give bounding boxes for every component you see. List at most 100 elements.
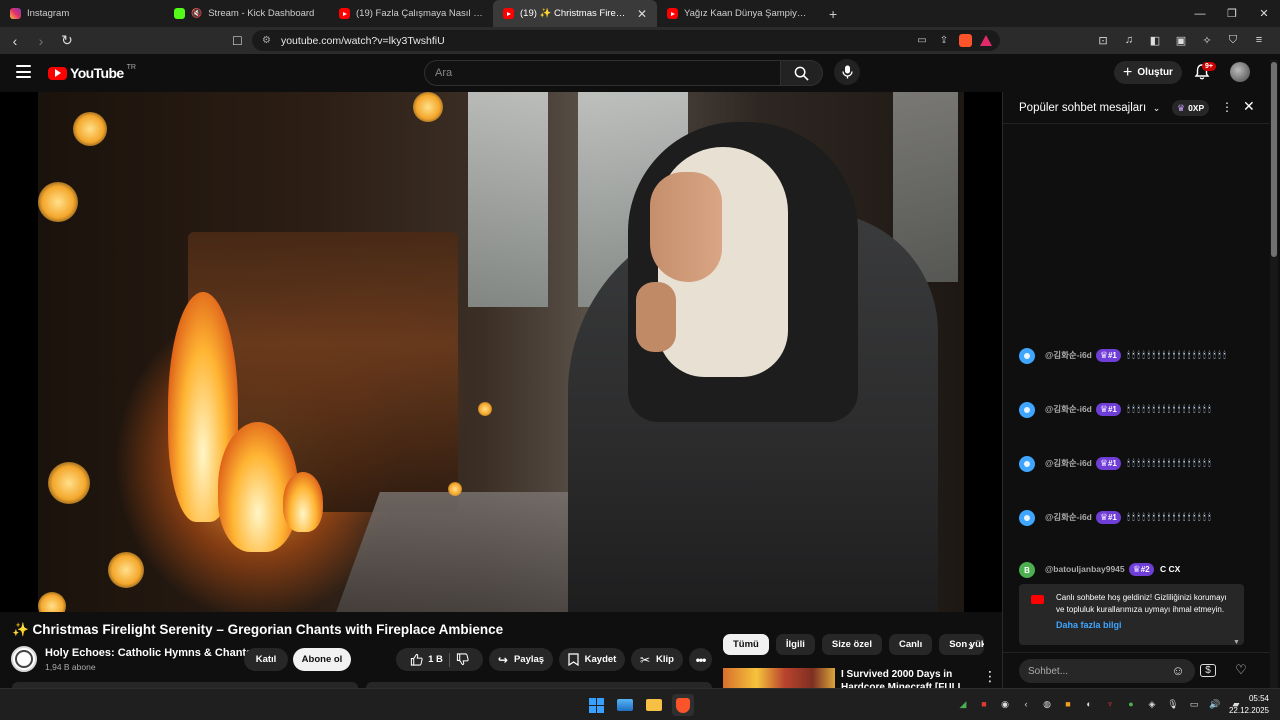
page-scrollbar-thumb[interactable]: [1271, 62, 1277, 257]
tray-app-icon[interactable]: ◈: [1146, 698, 1158, 710]
subscribe-button[interactable]: Abone ol: [293, 648, 351, 671]
chat-message-text: C CX: [1159, 564, 1181, 574]
chevron-right-icon[interactable]: ›: [968, 638, 972, 653]
create-button[interactable]: + Oluştur: [1114, 61, 1182, 84]
forward-icon[interactable]: ›: [30, 30, 52, 52]
chip-for-you[interactable]: Size özel: [821, 634, 882, 655]
tray-app-icon[interactable]: ■: [1062, 698, 1074, 710]
sidebar-icon[interactable]: ◧: [1148, 33, 1162, 47]
super-chat-icon[interactable]: $: [1200, 664, 1216, 677]
volume-icon[interactable]: 🔊: [1209, 698, 1221, 710]
close-tab-icon[interactable]: ✕: [637, 7, 647, 21]
leo-ai-icon[interactable]: ✧: [1200, 33, 1214, 47]
screenshot-icon[interactable]: ⊡: [1096, 33, 1110, 47]
steam-icon[interactable]: ◉: [999, 698, 1011, 710]
tray-app-icon[interactable]: ●: [1125, 698, 1137, 710]
tab-youtube-video-1[interactable]: (19) Fazla Çalışmaya Nasıl Kolayca İki: [329, 0, 493, 27]
recommendation-title[interactable]: I Survived 2000 Days in Hardcore Minecra…: [841, 668, 969, 688]
site-settings-icon[interactable]: ⚙: [262, 35, 271, 46]
taskbar-app-photos[interactable]: [614, 694, 636, 716]
chat-author[interactable]: @김화순-i6d: [1045, 350, 1092, 360]
reload-icon[interactable]: ↻: [56, 30, 78, 52]
tray-app-icon[interactable]: ◐: [1083, 698, 1095, 710]
tray-app-icon[interactable]: ■: [978, 698, 990, 710]
tab-youtube-active[interactable]: (19) ✨ Christmas Firelight Se ✕: [493, 0, 657, 27]
close-window-icon[interactable]: ✕: [1248, 0, 1280, 27]
taskbar-app-file-explorer[interactable]: [643, 694, 665, 716]
music-icon[interactable]: ♫: [1122, 33, 1136, 47]
discord-icon[interactable]: ◍: [1041, 698, 1053, 710]
chat-input-row: ☺ $ ♡: [1003, 652, 1270, 688]
chip-recently-uploaded[interactable]: Son yükle: [939, 634, 985, 655]
scroll-down-icon[interactable]: ▼: [1233, 639, 1240, 646]
brave-shields-icon[interactable]: [959, 33, 972, 47]
clip-button[interactable]: ✂ Klip: [631, 648, 683, 671]
tab-kick-dashboard[interactable]: 🔇 Stream - Kick Dashboard: [164, 0, 329, 27]
restore-icon[interactable]: ❐: [1216, 0, 1248, 27]
taskbar-clock[interactable]: 05:54 22.12.2025: [1224, 693, 1269, 717]
more-vertical-icon[interactable]: ⋮: [983, 668, 997, 685]
search-input[interactable]: [424, 60, 781, 86]
recommendation-thumbnail[interactable]: [723, 668, 835, 688]
bookmark-icon[interactable]: ☐: [232, 34, 243, 48]
share-icon[interactable]: ⇪: [937, 33, 951, 47]
chevron-down-icon: ⌄: [1150, 102, 1161, 113]
minimize-icon[interactable]: —: [1184, 0, 1216, 27]
emoji-icon[interactable]: ☺: [1169, 661, 1187, 679]
network-icon[interactable]: ▭: [1188, 698, 1200, 710]
chat-message-text: 🕯 🕯 🕯 🕯 🕯 🕯 🕯 🕯 🕯 🕯 🕯 🕯 🕯 🕯 🕯 🕯 🕯: [1127, 512, 1211, 522]
chat-author[interactable]: @batouljanbay9945: [1045, 564, 1125, 574]
close-icon[interactable]: ✕: [1243, 98, 1255, 115]
back-icon[interactable]: ‹: [4, 30, 26, 52]
xp-badge[interactable]: ♛ 0XP: [1172, 100, 1210, 116]
account-avatar[interactable]: [1230, 62, 1250, 82]
tab-youtube-video-3[interactable]: Yağız Kaan Dünya Şampiyonu Oldu!: [657, 0, 821, 27]
menu-icon[interactable]: ≡: [1252, 33, 1266, 47]
youtube-logo[interactable]: YouTube TR: [48, 64, 136, 81]
chip-live[interactable]: Canlı: [888, 634, 933, 655]
more-actions-button[interactable]: •••: [689, 648, 712, 671]
crown-icon: ♛: [1099, 458, 1108, 468]
like-button[interactable]: 1 B: [410, 653, 443, 666]
channel-name[interactable]: Holy Echoes: Catholic Hymns & Chants: [45, 647, 252, 659]
nvidia-icon[interactable]: ◢: [957, 698, 969, 710]
video-player[interactable]: [0, 92, 1002, 612]
divider: [448, 652, 450, 667]
chip-related[interactable]: İlgili: [775, 634, 815, 655]
tray-app-icon[interactable]: ♆: [1104, 698, 1116, 710]
vpn-icon[interactable]: ⛉: [1226, 33, 1240, 47]
join-button[interactable]: Katıl: [244, 648, 288, 671]
chip-all[interactable]: Tümü: [723, 634, 769, 655]
search-button[interactable]: [781, 60, 823, 86]
avatar[interactable]: [1019, 348, 1035, 364]
avatar[interactable]: [1019, 510, 1035, 526]
chat-mode-dropdown[interactable]: Popüler sohbet mesajları ⌄: [1019, 102, 1160, 114]
avatar[interactable]: B: [1019, 562, 1035, 578]
muted-icon[interactable]: 🔇: [191, 8, 202, 19]
bokeh-light: [448, 482, 462, 496]
brave-rewards-icon[interactable]: [980, 34, 992, 46]
chat-author[interactable]: @김화순-i6d: [1045, 458, 1092, 468]
learn-more-link[interactable]: Daha fazla bilgi: [1056, 620, 1122, 630]
start-button[interactable]: [585, 694, 607, 716]
chevron-left-icon[interactable]: ‹: [1020, 698, 1032, 710]
share-button[interactable]: ↪ Paylaş: [489, 648, 553, 671]
guide-menu-icon[interactable]: [16, 65, 31, 78]
wallet-icon[interactable]: ▣: [1174, 33, 1188, 47]
url-field[interactable]: ☐ ⚙ youtube.com/watch?v=lky3TwshfiU ▭ ⇪: [232, 30, 1000, 51]
more-vertical-icon[interactable]: ⋮: [1221, 100, 1233, 114]
tab-instagram[interactable]: Instagram: [0, 0, 164, 27]
chat-author[interactable]: @김화순-i6d: [1045, 512, 1092, 522]
avatar[interactable]: [1019, 402, 1035, 418]
chat-author[interactable]: @김화순-i6d: [1045, 404, 1092, 414]
voice-search-button[interactable]: [834, 59, 860, 85]
new-tab-button[interactable]: +: [821, 6, 845, 22]
cast-icon[interactable]: ▭: [915, 33, 929, 47]
thumbs-down-icon[interactable]: [456, 653, 469, 666]
save-button[interactable]: Kaydet: [559, 648, 625, 671]
heart-icon[interactable]: ♡: [1232, 661, 1250, 679]
avatar[interactable]: [1019, 456, 1035, 472]
microphone-icon[interactable]: 🎙: [1167, 698, 1179, 710]
taskbar-app-brave[interactable]: [672, 694, 694, 716]
channel-avatar[interactable]: [11, 646, 37, 672]
